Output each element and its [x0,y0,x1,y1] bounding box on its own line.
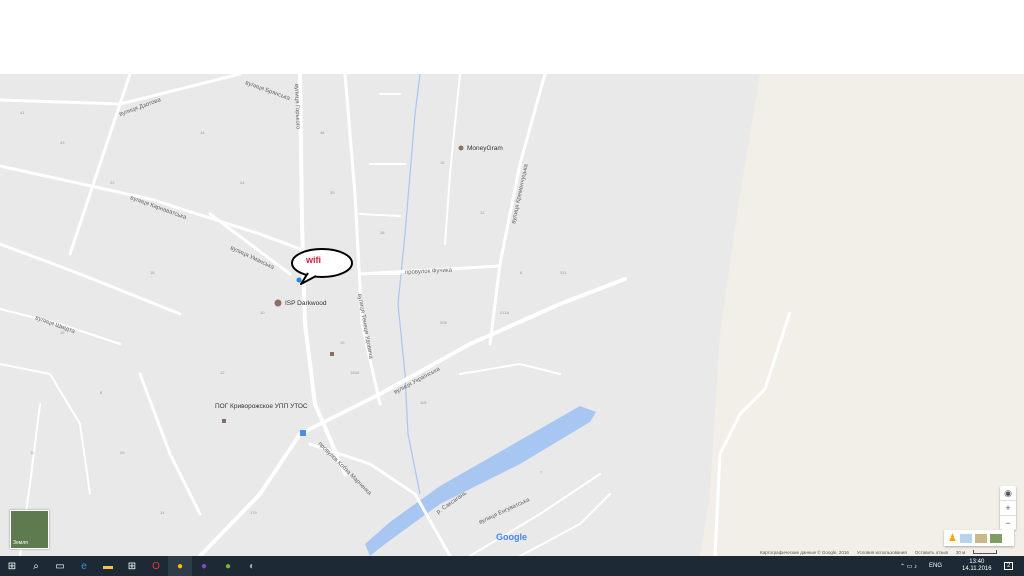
utorrent-icon[interactable]: ● [216,556,240,576]
svg-text:12: 12 [220,370,225,375]
isp-darkwood-marker[interactable] [274,299,282,307]
map-canvas[interactable]: 414322 142448 302810 126305 18168 121019… [0,74,1024,556]
viber-icon[interactable]: ● [192,556,216,576]
notification-count: 2 [1004,562,1014,570]
opera-icon[interactable]: O [144,556,168,576]
language-indicator[interactable]: ENG [929,563,942,569]
svg-text:10: 10 [260,310,265,315]
street-label-brianska: вулиця Брянська [244,80,291,102]
map-type-toggle[interactable]: Земля [10,510,49,549]
svg-text:18: 18 [150,270,155,275]
svg-text:10: 10 [440,160,445,165]
street-label-horkoho: вулиця Горького [293,84,301,130]
map-type-label: Земля [13,540,28,546]
utos-marker[interactable] [222,419,226,423]
poi-moneygram[interactable]: MoneyGram [467,145,503,152]
wifi-callout-text: wifi [305,255,321,265]
pegman-icon[interactable]: ♟ [948,533,957,544]
zoom-in-button[interactable]: + [1000,501,1016,515]
svg-text:41: 41 [20,110,25,115]
file-explorer-icon[interactable]: ▬ [96,556,120,576]
svg-text:28: 28 [380,230,385,235]
wifi-location-marker[interactable] [296,277,302,283]
svg-text:311: 311 [560,270,567,275]
street-view-panel: ♟ [944,530,1014,546]
street-label-tenetsia: вулиця Тенеця Удовича [356,293,373,360]
feedback-link[interactable]: Оставить отзыв [915,550,948,555]
clock-time: 13:40 [969,559,985,565]
map-footer: Картографические данные © Google, 2016 У… [760,548,998,556]
imagery-thumb[interactable] [974,533,987,543]
street-label-shmidta: вулиця Шмідта [34,315,76,335]
app-icon[interactable]: ◐ [240,556,264,576]
zoom-controls: ◉ + − [1000,486,1016,530]
open-land-area [700,74,1024,556]
clock-date: 14.11.2016 [962,566,992,572]
terms-link[interactable]: Условия использования [857,550,907,555]
system-tray: ⌃ ▭ ♪ ENG [900,556,942,576]
moneygram-marker[interactable] [458,145,464,151]
house-numbers: 414322 142448 302810 126305 18168 121019… [20,110,567,515]
svg-text:14: 14 [160,510,165,515]
poi-isp-darkwood[interactable]: ISP Darkwood [285,300,327,307]
my-location-icon[interactable]: ◉ [1000,486,1016,500]
svg-text:211A: 211A [500,310,509,315]
svg-text:12: 12 [480,210,485,215]
notification-center-icon[interactable]: 2 [1004,556,1014,576]
imagery-thumb[interactable] [989,533,1002,543]
google-logo-text: Google [496,532,527,542]
svg-text:115: 115 [420,400,427,405]
bus-stop-icon[interactable] [300,430,306,436]
street-label-enhuvatska: вулиця Енгуватська [478,497,531,526]
street-label-fuchyka: провулок Фучика [405,268,453,276]
road-network [0,74,627,556]
svg-text:19: 19 [340,340,345,345]
place-marker[interactable] [330,352,334,356]
svg-text:8: 8 [100,390,103,395]
svg-text:48: 48 [320,130,325,135]
chrome-icon[interactable]: ● [168,556,192,576]
svg-text:7: 7 [540,470,543,475]
svg-text:179: 179 [250,510,257,515]
stream [397,74,421,495]
svg-text:305: 305 [440,320,447,325]
svg-text:164A: 164A [350,370,360,375]
clock[interactable]: 13:40 14.11.2016 [962,556,992,576]
windows-taskbar: ⊞ ⌕ ▭ e ▬ ⊞ O ● ● ● ◐ ⌃ ▭ ♪ ENG 13:40 14… [0,556,1024,576]
poi-utos[interactable]: ПОГ Криворожское УПП УТОС [215,403,308,410]
google-logo: Google [496,532,527,542]
svg-text:30: 30 [330,190,335,195]
svg-text:22: 22 [110,180,115,185]
search-icon[interactable]: ⌕ [24,556,48,576]
imagery-thumb[interactable] [959,533,972,543]
map-view[interactable]: 41 43 22 14 24 48 30 28 10 12 6 305 18 16 8 12 10 19… [0,74,1024,556]
scale-label: 30 м [955,549,966,555]
scale-bar [973,550,998,554]
blank-top-area [0,0,1024,74]
svg-text:43: 43 [60,140,65,145]
zoom-out-button[interactable]: − [1000,516,1016,530]
edge-icon[interactable]: e [72,556,96,576]
task-view-icon[interactable]: ▭ [48,556,72,576]
svg-text:24: 24 [240,180,245,185]
svg-text:29: 29 [120,450,125,455]
store-icon[interactable]: ⊞ [120,556,144,576]
street-label-kobza: провулок Кобза Марченка [317,441,373,497]
svg-text:6: 6 [520,270,523,275]
map-copyright: Картографические данные © Google, 2016 [760,549,849,555]
tray-icons[interactable]: ⌃ ▭ ♪ [900,563,917,570]
windows-start-icon[interactable]: ⊞ [0,556,24,576]
svg-text:14: 14 [200,130,205,135]
